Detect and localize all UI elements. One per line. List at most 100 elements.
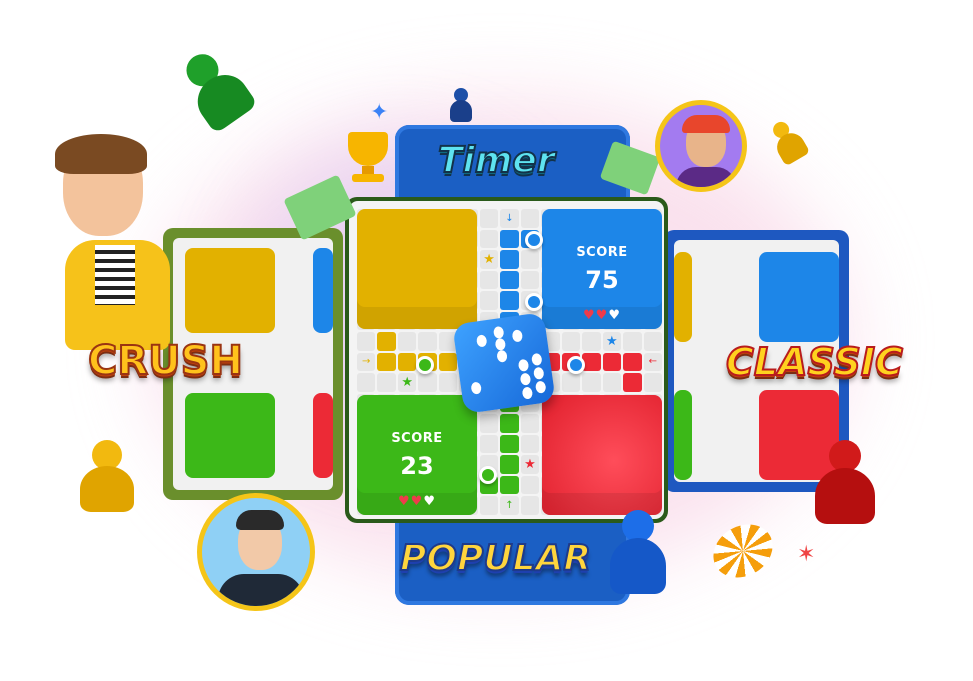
crush-label[interactable]: CRUSH <box>87 337 244 385</box>
cartoon-character <box>55 134 175 350</box>
board-cell[interactable]: ★ <box>397 373 417 392</box>
red-quadrant <box>759 390 839 480</box>
red-home[interactable] <box>542 395 662 515</box>
board-cell[interactable] <box>438 373 458 392</box>
heart-icon: ♥ <box>583 308 596 323</box>
star-icon: ★ <box>524 457 536 473</box>
star-icon: ★ <box>606 333 618 349</box>
board-cell[interactable] <box>357 332 376 351</box>
red-quadrant <box>313 393 333 478</box>
green-token[interactable] <box>416 356 434 374</box>
board-cell[interactable] <box>500 414 519 433</box>
board-cell[interactable] <box>479 209 499 228</box>
board-cell[interactable] <box>377 332 396 351</box>
board-cell[interactable] <box>357 373 376 392</box>
blue-token[interactable] <box>567 356 585 374</box>
board-cell[interactable] <box>418 332 437 351</box>
blue-quadrant <box>313 248 333 333</box>
board-cell[interactable] <box>500 434 519 454</box>
score-label: SCORE <box>576 244 628 260</box>
lives: ♥♥♥ <box>398 494 436 509</box>
timer-label[interactable]: Timer <box>437 139 556 182</box>
board-cell[interactable]: ← <box>643 352 662 372</box>
heart-empty-icon: ♥ <box>608 308 621 323</box>
board-cell[interactable] <box>582 352 601 372</box>
board-cell[interactable] <box>479 291 499 310</box>
sparkle-icon: ✦ <box>370 100 389 125</box>
arrow-icon: ↓ <box>505 212 514 224</box>
board-cell[interactable]: ★ <box>520 455 540 474</box>
classic-label[interactable]: CLASSIC <box>725 339 904 385</box>
player-avatar[interactable] <box>197 493 315 611</box>
green-token[interactable] <box>479 466 497 484</box>
star-icon: ★ <box>401 375 413 391</box>
board-cell[interactable] <box>500 291 519 310</box>
board-cell[interactable]: ↑ <box>500 496 519 515</box>
board-cell[interactable] <box>500 455 519 474</box>
board-cell[interactable] <box>438 352 458 372</box>
score-value: 23 <box>400 451 434 480</box>
green-home[interactable]: SCORE 23 ♥♥♥ <box>357 395 477 515</box>
dice-icon[interactable] <box>452 312 556 414</box>
board-cell[interactable] <box>623 373 642 392</box>
board-cell[interactable] <box>500 270 519 290</box>
board-cell[interactable] <box>520 434 540 454</box>
board-cell[interactable] <box>602 352 622 372</box>
board-cell[interactable]: → <box>357 352 376 372</box>
board-cell[interactable] <box>397 352 417 372</box>
board-cell[interactable] <box>418 373 437 392</box>
board-cell[interactable] <box>582 373 601 392</box>
board-cell[interactable] <box>520 270 540 290</box>
board-cell[interactable]: ★ <box>602 332 622 351</box>
board-cell[interactable]: ↓ <box>500 209 519 228</box>
board-cell[interactable] <box>602 373 622 392</box>
board-cell[interactable] <box>643 373 662 392</box>
board-cell[interactable] <box>520 250 540 269</box>
yellow-home[interactable] <box>357 209 477 329</box>
arrow-icon: → <box>362 356 371 368</box>
board-cell[interactable] <box>623 332 642 351</box>
board-cell[interactable] <box>520 414 540 433</box>
board-cell[interactable] <box>377 373 396 392</box>
board-cell[interactable] <box>561 332 581 351</box>
board-cell[interactable] <box>500 229 519 249</box>
board-cell[interactable] <box>500 250 519 269</box>
board-cell[interactable] <box>397 332 417 351</box>
star-icon: ★ <box>483 251 495 267</box>
player-avatar[interactable] <box>655 100 747 192</box>
green-quadrant <box>674 390 692 480</box>
blue-quadrant <box>759 252 839 342</box>
board-cell[interactable] <box>561 373 581 392</box>
heart-icon: ♥ <box>410 494 424 509</box>
board-cell[interactable] <box>500 475 519 495</box>
heart-icon: ♥ <box>595 308 609 323</box>
sparkle-icon: ✶ <box>797 542 816 567</box>
board-cell[interactable] <box>520 209 540 228</box>
board-cell[interactable] <box>520 475 540 495</box>
board-cell[interactable] <box>479 434 499 454</box>
board-cell[interactable]: ★ <box>479 250 499 269</box>
yellow-quadrant <box>674 252 692 342</box>
board-cell[interactable] <box>479 270 499 290</box>
popular-label[interactable]: POPULAR <box>399 537 592 580</box>
board-cell[interactable] <box>377 352 396 372</box>
blue-token[interactable] <box>525 293 543 311</box>
trophy-icon <box>340 132 396 182</box>
board-cell[interactable] <box>582 332 601 351</box>
board-cell[interactable] <box>479 229 499 249</box>
heart-icon: ♥ <box>398 494 411 509</box>
arrow-icon: ↑ <box>505 500 514 512</box>
board-cell[interactable] <box>479 496 499 515</box>
score-value: 75 <box>585 265 619 294</box>
blue-home[interactable]: SCORE 75 ♥♥♥ <box>542 209 662 329</box>
board-cell[interactable] <box>643 332 662 351</box>
score-label: SCORE <box>391 430 443 446</box>
board-cell[interactable] <box>623 352 642 372</box>
board-cell[interactable] <box>479 414 499 433</box>
board-cell[interactable] <box>520 496 540 515</box>
arrow-icon: ← <box>648 356 657 368</box>
blue-token[interactable] <box>525 231 543 249</box>
heart-empty-icon: ♥ <box>423 494 436 509</box>
yellow-quadrant <box>185 248 275 333</box>
lives: ♥♥♥ <box>583 308 621 323</box>
